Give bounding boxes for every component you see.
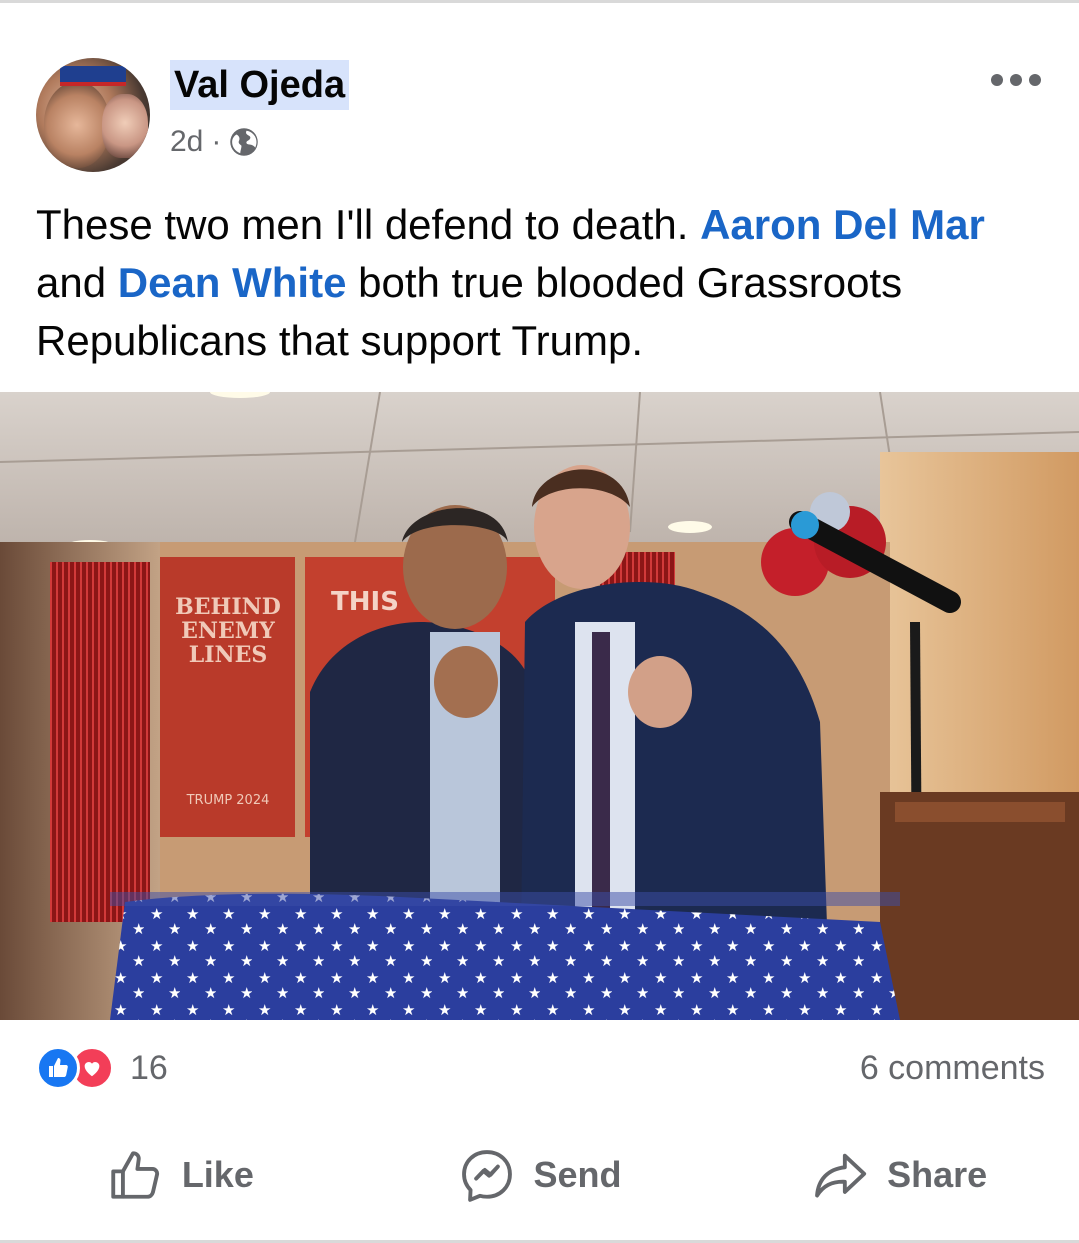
- action-bar: Like Send Share: [0, 1140, 1079, 1210]
- send-button[interactable]: Send: [360, 1140, 720, 1210]
- sign-text: BEHIND: [175, 594, 281, 620]
- share-label: Share: [887, 1154, 988, 1195]
- thumbs-up-icon: [111, 1151, 159, 1199]
- photo-scene: ★ ★: [0, 392, 1079, 1020]
- sign-text: THIS: [331, 587, 399, 617]
- post-header: Val Ojeda 2d ·: [36, 58, 1046, 178]
- sign-text: TRUMP 2024: [186, 793, 270, 808]
- sign-text: ENEMY: [181, 618, 275, 644]
- sign-text: LINES: [189, 642, 268, 668]
- messenger-icon: [461, 1150, 512, 1202]
- mention-aaron-del-mar[interactable]: Aaron Del Mar: [700, 201, 985, 248]
- more-dot: [1029, 74, 1041, 86]
- like-button[interactable]: Like: [0, 1140, 360, 1210]
- post-text-segment: These two men I'll defend to death.: [36, 201, 701, 248]
- avatar-person-two: [102, 94, 148, 158]
- avatar-trump-badge: [60, 66, 126, 86]
- reaction-count: 16: [130, 1048, 168, 1087]
- reaction-summary[interactable]: 16: [36, 1044, 168, 1092]
- post-photo[interactable]: ★ ★: [0, 392, 1079, 1020]
- avatar-person-one: [44, 82, 110, 168]
- author-name[interactable]: Val Ojeda: [170, 60, 350, 110]
- share-button[interactable]: Share: [719, 1140, 1079, 1210]
- like-label: Like: [181, 1154, 254, 1195]
- post-body: These two men I'll defend to death. Aaro…: [36, 196, 1046, 370]
- send-label: Send: [533, 1154, 622, 1195]
- mention-dean-white[interactable]: Dean White: [118, 259, 347, 306]
- post-meta: 2d ·: [170, 122, 259, 162]
- more-options-icon[interactable]: [986, 68, 1046, 92]
- comments-count[interactable]: 6 comments: [860, 1046, 1045, 1090]
- post-time[interactable]: 2d: [170, 122, 203, 162]
- post-text-segment: and: [36, 259, 118, 306]
- author-avatar[interactable]: [36, 58, 150, 172]
- like-reaction-icon: [36, 1046, 80, 1090]
- meta-separator: ·: [211, 125, 222, 158]
- more-dot: [991, 74, 1003, 86]
- top-divider: [0, 0, 1079, 3]
- more-dot: [1010, 74, 1022, 86]
- share-arrow-icon: [815, 1153, 867, 1198]
- globe-icon: [230, 128, 259, 156]
